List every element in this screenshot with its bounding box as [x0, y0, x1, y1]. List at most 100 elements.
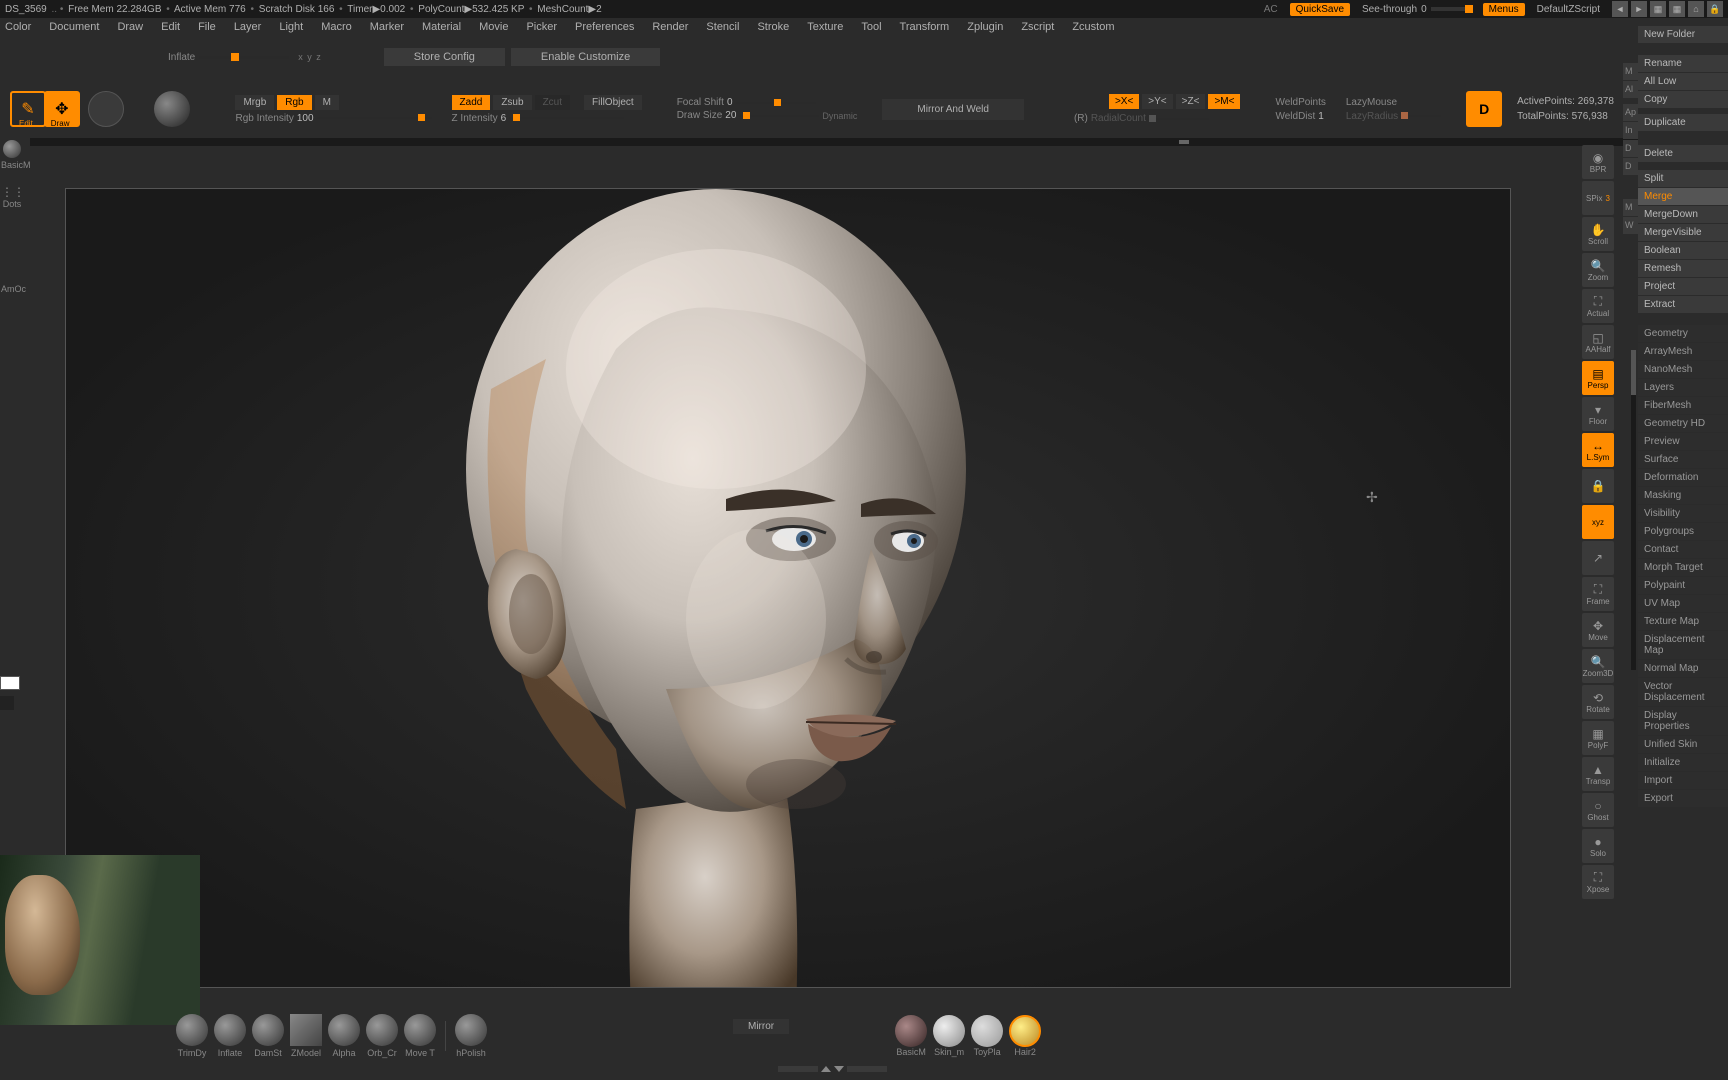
grid2-icon[interactable]: ▦	[1669, 1, 1685, 17]
menu-material[interactable]: Material	[422, 21, 461, 33]
ghost-button[interactable]: ○Ghost	[1582, 793, 1614, 827]
merge-button[interactable]: Merge	[1638, 188, 1728, 205]
solo-button[interactable]: ●Solo	[1582, 829, 1614, 863]
scroll-button[interactable]: ✋Scroll	[1582, 217, 1614, 251]
rp2-i1[interactable]: In	[1623, 122, 1638, 139]
material-sphere-icon[interactable]	[154, 91, 190, 127]
menu-zcustom[interactable]: Zcustom	[1072, 21, 1114, 33]
xpose-button[interactable]: ⛶Xpose	[1582, 865, 1614, 899]
rp2-a2[interactable]: Ap	[1623, 104, 1638, 121]
zadd-button[interactable]: Zadd	[452, 95, 491, 110]
axis-arrows-icon[interactable]: ↗	[1582, 541, 1614, 575]
enable-customize-button[interactable]: Enable Customize	[511, 48, 660, 66]
duplicate-button[interactable]: Duplicate	[1638, 114, 1728, 131]
damst-brush[interactable]: DamSt	[252, 1014, 284, 1058]
arraymesh-section[interactable]: ArrayMesh	[1638, 343, 1728, 360]
persp-button[interactable]: ▤Persp	[1582, 361, 1614, 395]
lsym-button[interactable]: ↔L.Sym	[1582, 433, 1614, 467]
menu-stroke[interactable]: Stroke	[757, 21, 789, 33]
menu-marker[interactable]: Marker	[370, 21, 404, 33]
viewport[interactable]: ✢	[65, 188, 1511, 988]
rgb-button[interactable]: Rgb	[277, 95, 311, 110]
spix-button[interactable]: SPix3	[1582, 181, 1614, 215]
welddist-slider[interactable]: WeldDist 1	[1275, 111, 1325, 122]
draw-size-slider[interactable]: Draw Size 20 Dynamic	[677, 110, 858, 121]
geomhd-section[interactable]: Geometry HD	[1638, 415, 1728, 432]
mergevisible-button[interactable]: MergeVisible	[1638, 224, 1728, 241]
dispprop-section[interactable]: Display Properties	[1638, 707, 1728, 735]
sym-m-button[interactable]: >M<	[1208, 94, 1240, 109]
delete-button[interactable]: Delete	[1638, 145, 1728, 162]
quicksave-button[interactable]: QuickSave	[1290, 3, 1350, 16]
inflate-slider[interactable]: Inflate x y z	[168, 52, 322, 63]
grid1-icon[interactable]: ▦	[1650, 1, 1666, 17]
preview-section[interactable]: Preview	[1638, 433, 1728, 450]
rp2-d1[interactable]: D	[1623, 140, 1638, 157]
right-panel-scrollbar[interactable]	[1631, 350, 1636, 670]
polypaint-section[interactable]: Polypaint	[1638, 577, 1728, 594]
z-intensity-slider[interactable]: Z Intensity 6	[452, 113, 642, 124]
mrgb-button[interactable]: Mrgb	[235, 95, 274, 110]
menu-file[interactable]: File	[198, 21, 216, 33]
remesh-button[interactable]: Remesh	[1638, 260, 1728, 277]
rp2-m[interactable]: M	[1623, 63, 1638, 80]
seethrough-slider[interactable]	[1431, 7, 1471, 11]
nanomesh-section[interactable]: NanoMesh	[1638, 361, 1728, 378]
rp2-a1[interactable]: Al	[1623, 81, 1638, 98]
rotate-button[interactable]: ⟲Rotate	[1582, 685, 1614, 719]
menu-transform[interactable]: Transform	[900, 21, 950, 33]
script-label[interactable]: DefaultZScript	[1537, 4, 1600, 15]
dynamic-label[interactable]: Dynamic	[822, 111, 857, 121]
prev-icon[interactable]: ◄	[1612, 1, 1628, 17]
lazymouse-button[interactable]: LazyMouse	[1346, 97, 1441, 108]
orbcr-brush[interactable]: Orb_Cr	[366, 1014, 398, 1058]
split-button[interactable]: Split	[1638, 170, 1728, 187]
xyz-button[interactable]: xyz	[1582, 505, 1614, 539]
uvmap-section[interactable]: UV Map	[1638, 595, 1728, 612]
rgb-intensity-slider[interactable]: Rgb Intensity 100	[235, 113, 431, 124]
zoom-button[interactable]: 🔍Zoom	[1582, 253, 1614, 287]
alllow-button[interactable]: All Low	[1638, 73, 1728, 90]
extract-button[interactable]: Extract	[1638, 296, 1728, 313]
menu-macro[interactable]: Macro	[321, 21, 352, 33]
masking-section[interactable]: Masking	[1638, 487, 1728, 504]
floor-button[interactable]: ▾Floor	[1582, 397, 1614, 431]
normmap-section[interactable]: Normal Map	[1638, 660, 1728, 677]
weldpoints-button[interactable]: WeldPoints	[1275, 97, 1325, 108]
dynamesh-icon[interactable]: D	[1466, 91, 1502, 127]
export-section[interactable]: Export	[1638, 790, 1728, 807]
morph-section[interactable]: Morph Target	[1638, 559, 1728, 576]
menu-edit[interactable]: Edit	[161, 21, 180, 33]
deformation-section[interactable]: Deformation	[1638, 469, 1728, 486]
menu-preferences[interactable]: Preferences	[575, 21, 634, 33]
focal-shift-slider[interactable]: Focal Shift 0	[677, 97, 858, 108]
menus-button[interactable]: Menus	[1483, 3, 1525, 16]
menu-stencil[interactable]: Stencil	[706, 21, 739, 33]
copy-button[interactable]: Copy	[1638, 91, 1728, 108]
rp2-d2[interactable]: D	[1623, 158, 1638, 175]
actual-button[interactable]: ⛶Actual	[1582, 289, 1614, 323]
divider-bar[interactable]	[30, 138, 1648, 146]
dots-item[interactable]: ⋮⋮ Dots	[1, 185, 23, 209]
inflate-brush[interactable]: Inflate	[214, 1014, 246, 1058]
menu-color[interactable]: Color	[5, 21, 31, 33]
menu-render[interactable]: Render	[652, 21, 688, 33]
lazyradius-slider[interactable]: LazyRadius	[1346, 111, 1441, 122]
m-button[interactable]: M	[315, 95, 339, 110]
menu-light[interactable]: Light	[279, 21, 303, 33]
transp-button[interactable]: ▲Transp	[1582, 757, 1614, 791]
polygroups-section[interactable]: Polygroups	[1638, 523, 1728, 540]
new-folder-button[interactable]: New Folder	[1638, 26, 1728, 43]
boolean-button[interactable]: Boolean	[1638, 242, 1728, 259]
lock-icon[interactable]: 🔒	[1707, 1, 1723, 17]
xyz-label[interactable]: x y z	[298, 52, 322, 62]
sym-x-button[interactable]: >X<	[1109, 94, 1139, 109]
trimdy-brush[interactable]: TrimDy	[176, 1014, 208, 1058]
move-button[interactable]: ✥Move	[1582, 613, 1614, 647]
store-config-button[interactable]: Store Config	[384, 48, 505, 66]
ac[interactable]: AC	[1264, 4, 1278, 15]
menu-movie[interactable]: Movie	[479, 21, 508, 33]
bpr-button[interactable]: ◉BPR	[1582, 145, 1614, 179]
fillobject-button[interactable]: FillObject	[584, 95, 642, 110]
aahalf-button[interactable]: ◱AAHalf	[1582, 325, 1614, 359]
